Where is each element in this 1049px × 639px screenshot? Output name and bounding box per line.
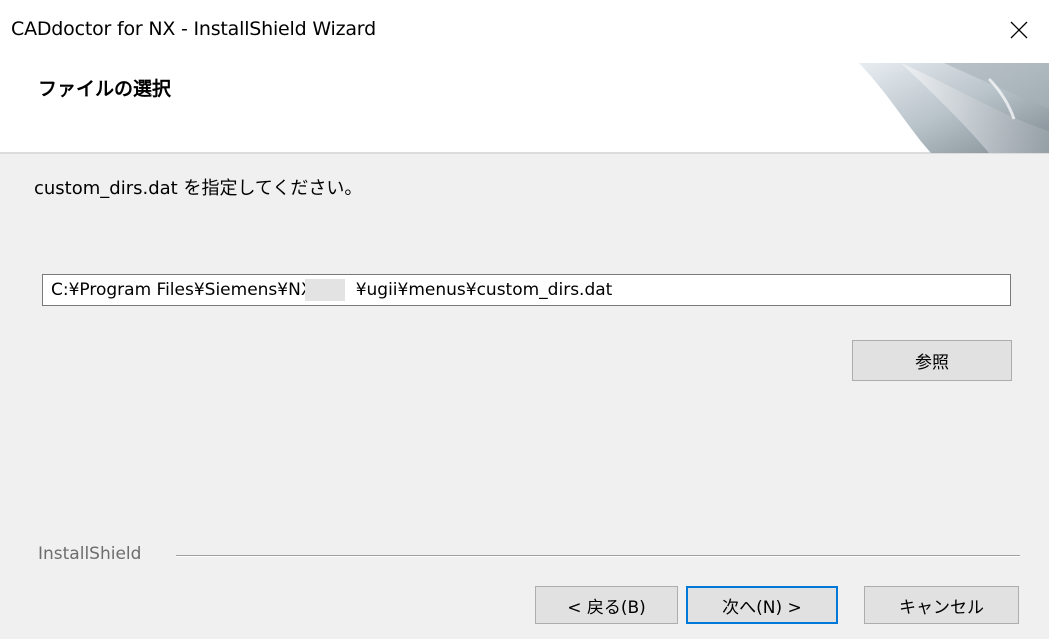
footer-divider: [176, 555, 1020, 557]
file-path-input[interactable]: [42, 274, 1011, 306]
installshield-wizard-window: CADdoctor for NX - InstallShield Wizard …: [0, 0, 1049, 639]
instruction-text: custom_dirs.dat を指定してください。: [34, 178, 363, 199]
page-title: ファイルの選択: [38, 78, 172, 100]
browse-button[interactable]: 参照: [852, 340, 1012, 381]
cancel-button[interactable]: キャンセル: [864, 586, 1019, 624]
back-button[interactable]: < 戻る(B): [535, 586, 678, 624]
window-title: CADdoctor for NX - InstallShield Wizard: [11, 18, 376, 40]
redacted-version-block: [305, 279, 345, 301]
close-icon: [1010, 21, 1028, 39]
wizard-header: ファイルの選択: [0, 60, 1049, 154]
installshield-swoosh-graphic: [859, 63, 1049, 153]
installshield-label: InstallShield: [38, 544, 142, 564]
next-button[interactable]: 次へ(N) >: [686, 586, 838, 624]
